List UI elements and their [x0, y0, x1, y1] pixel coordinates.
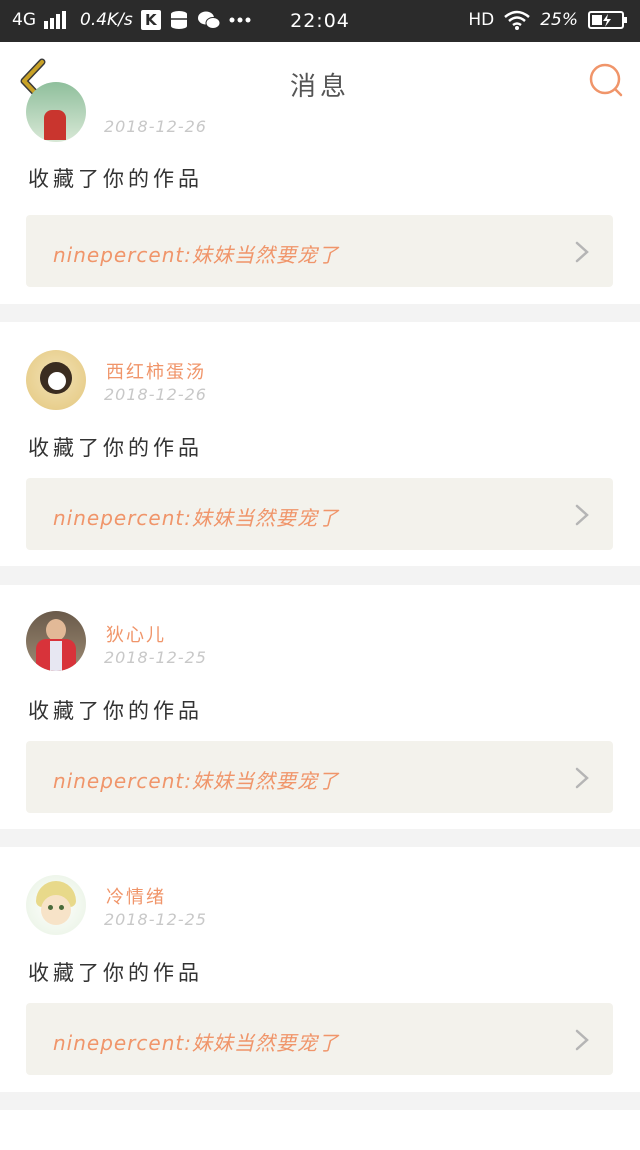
message-action: 收藏了你的作品 — [28, 167, 203, 191]
avatar[interactable] — [26, 611, 86, 671]
avatar[interactable] — [26, 350, 86, 410]
message-date: 2018-12-26 — [104, 117, 207, 136]
message-date: 2018-12-25 — [104, 648, 207, 667]
search-icon[interactable] — [588, 62, 624, 98]
message-item: 狄心儿 2018-12-25 收藏了你的作品 ninepercent:妹妹当然要… — [0, 585, 640, 829]
message-item: 西红柿蛋汤 2018-12-26 收藏了你的作品 ninepercent:妹妹当… — [0, 322, 640, 566]
hd-label: HD — [468, 10, 495, 30]
message-date: 2018-12-25 — [104, 910, 207, 929]
message-action: 收藏了你的作品 — [28, 961, 203, 985]
user-name[interactable]: 西红柿蛋汤 — [106, 358, 206, 384]
message-action: 收藏了你的作品 — [28, 699, 203, 723]
quoted-work-text: ninepercent:妹妹当然要宠了 — [53, 506, 339, 530]
status-bar: 4G 0.4K/s K 22:04 HD 25% — [0, 0, 640, 42]
page-title: 消息 — [289, 72, 350, 102]
top-nav-bar: 消息 — [0, 42, 640, 121]
status-right: HD 25% — [468, 10, 628, 30]
message-item — [0, 1110, 640, 1150]
chevron-right-icon — [575, 1029, 589, 1051]
quoted-work[interactable]: ninepercent:妹妹当然要宠了 — [26, 478, 613, 550]
chevron-right-icon — [575, 241, 589, 263]
message-item: 冷情绪 2018-12-25 收藏了你的作品 ninepercent:妹妹当然要… — [0, 847, 640, 1092]
battery-label: 25% — [540, 10, 578, 30]
avatar[interactable] — [26, 875, 86, 935]
user-name[interactable]: 冷情绪 — [106, 883, 166, 909]
quoted-work-text: ninepercent:妹妹当然要宠了 — [53, 769, 339, 793]
battery-icon — [588, 11, 627, 29]
avatar[interactable] — [26, 82, 86, 142]
quoted-work-text: ninepercent:妹妹当然要宠了 — [53, 243, 339, 267]
message-action: 收藏了你的作品 — [28, 436, 203, 460]
quoted-work[interactable]: ninepercent:妹妹当然要宠了 — [26, 741, 613, 813]
chevron-right-icon — [575, 504, 589, 526]
wifi-icon — [504, 10, 531, 30]
chevron-right-icon — [575, 767, 589, 789]
quoted-work-text: ninepercent:妹妹当然要宠了 — [53, 1031, 339, 1055]
message-date: 2018-12-26 — [104, 385, 207, 404]
quoted-work[interactable]: ninepercent:妹妹当然要宠了 — [26, 215, 613, 287]
user-name[interactable]: 狄心儿 — [106, 621, 166, 647]
message-item: 2018-12-26 收藏了你的作品 ninepercent:妹妹当然要宠了 — [0, 82, 640, 304]
quoted-work[interactable]: ninepercent:妹妹当然要宠了 — [26, 1003, 613, 1075]
